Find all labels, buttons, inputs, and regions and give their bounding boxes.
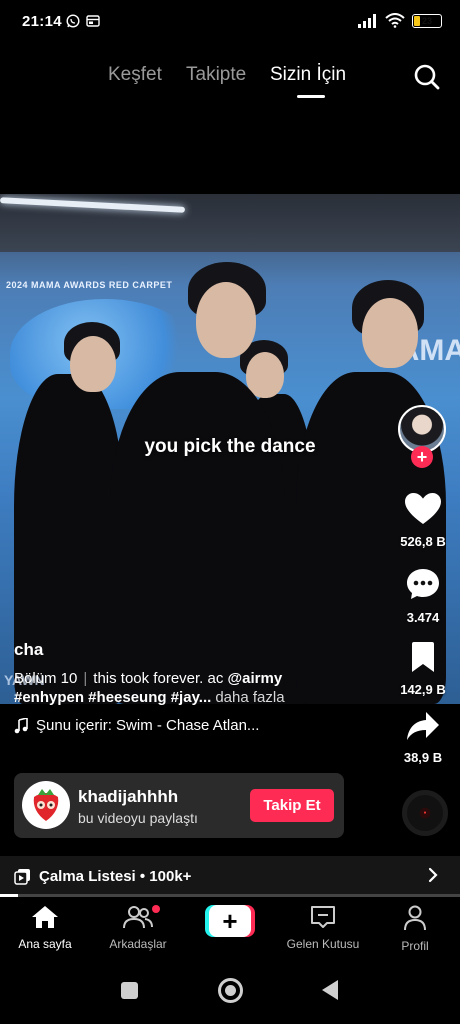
plus-icon: + xyxy=(209,905,251,937)
comment-icon xyxy=(407,569,439,599)
comment-button[interactable]: 3.474 xyxy=(390,567,456,625)
like-button[interactable]: 526,8 B xyxy=(390,493,456,549)
nav-inbox[interactable]: Gelen Kutusu xyxy=(278,905,368,951)
video-player[interactable]: 2024 MAMA AWARDS RED CARPET MAMA you pic… xyxy=(0,194,460,704)
create-button[interactable]: + xyxy=(205,905,255,937)
tab-explore[interactable]: Keşfet xyxy=(108,64,162,86)
status-bar: 21:14 23 xyxy=(0,0,460,44)
caption-description: Bölüm 10 | this took forever. ac @airmy xyxy=(14,670,394,687)
battery-fill xyxy=(414,15,421,26)
back-triangle-icon[interactable] xyxy=(322,980,338,1000)
notification-dot xyxy=(152,905,160,913)
video-person-head xyxy=(196,282,256,358)
nav-home[interactable]: Ana sayfa xyxy=(0,905,90,951)
caption-episode: Bölüm 10 xyxy=(14,670,78,687)
profile-icon xyxy=(404,905,426,931)
status-right-icons: 23 xyxy=(358,13,442,28)
save-count: 142,9 B xyxy=(400,682,446,697)
feed-tabs: Keşfet Takipte Sizin İçin xyxy=(0,62,460,102)
battery-level: 23 xyxy=(421,15,432,26)
notification-icon xyxy=(86,15,100,27)
music-note-icon xyxy=(14,717,28,733)
sharer-subtitle: bu videoyu paylaştı xyxy=(78,810,198,826)
follow-plus-button[interactable]: + xyxy=(411,446,433,468)
shared-by-card[interactable]: khadijahhhh bu videoyu paylaştı Takip Et xyxy=(14,773,344,838)
nav-profile-label: Profil xyxy=(401,939,429,953)
comment-count: 3.474 xyxy=(406,610,440,625)
share-count: 38,9 B xyxy=(403,750,443,765)
search-icon[interactable] xyxy=(412,62,442,92)
video-person-head xyxy=(362,298,418,368)
wifi-icon xyxy=(385,13,405,28)
caption-separator: | xyxy=(83,670,88,687)
heart-icon xyxy=(405,493,441,524)
caption-music-text: Şunu içerir: Swim - Chase Atlan... xyxy=(36,717,260,734)
sharer-avatar[interactable] xyxy=(22,781,70,829)
video-overlay-text: you pick the dance xyxy=(144,436,316,457)
creator-avatar-group[interactable]: + xyxy=(398,405,448,468)
nav-inbox-label: Gelen Kutusu xyxy=(286,937,360,951)
caption-username[interactable]: cha xyxy=(14,640,394,660)
save-button[interactable]: 142,9 B xyxy=(390,641,456,697)
system-nav-bar xyxy=(0,957,460,1024)
tab-following[interactable]: Takipte xyxy=(186,64,246,86)
follow-button[interactable]: Takip Et xyxy=(250,789,334,822)
playlist-bar[interactable]: Çalma Listesi • 100k+ xyxy=(0,856,460,896)
music-disc-icon[interactable]: ● xyxy=(402,790,448,836)
active-tab-indicator xyxy=(297,95,325,98)
tab-for-you[interactable]: Sizin İçin xyxy=(270,64,346,86)
playlist-icon xyxy=(14,868,30,885)
share-icon xyxy=(407,712,439,740)
recent-apps-icon[interactable] xyxy=(121,982,138,999)
bottom-nav: Ana sayfa Arkadaşlar + Gelen Kutusu Prof… xyxy=(0,897,460,957)
caption-more-link[interactable]: daha fazla xyxy=(215,689,284,706)
bookmark-icon xyxy=(412,642,434,672)
whatsapp-icon xyxy=(66,14,80,28)
home-icon xyxy=(32,906,58,928)
inbox-icon xyxy=(311,906,335,928)
nav-profile[interactable]: Profil xyxy=(370,905,460,953)
chevron-right-icon[interactable] xyxy=(428,867,438,883)
status-time: 21:14 xyxy=(22,13,62,30)
strawberry-avatar-icon xyxy=(33,789,59,821)
sharer-name[interactable]: khadijahhhh xyxy=(78,787,178,807)
video-caption: cha Bölüm 10 | this took forever. ac @airm… xyxy=(14,640,394,734)
nav-home-label: Ana sayfa xyxy=(18,937,72,951)
nav-friends-label: Arkadaşlar xyxy=(109,937,167,951)
caption-hashtag-list[interactable]: #enhypen #heeseung #jay... xyxy=(14,689,211,706)
share-button[interactable]: 38,9 B xyxy=(390,711,456,765)
status-left-icons xyxy=(66,14,100,28)
battery-icon: 23 xyxy=(412,13,442,28)
playlist-label: Çalma Listesi • 100k+ xyxy=(39,867,192,885)
nav-friends[interactable]: Arkadaşlar xyxy=(93,905,183,951)
friends-icon xyxy=(123,906,153,929)
home-circle-icon[interactable] xyxy=(218,978,243,1003)
video-backdrop-text: 2024 MAMA AWARDS RED CARPET xyxy=(6,280,173,290)
signal-icon xyxy=(358,13,376,28)
caption-mention[interactable]: @airmy xyxy=(228,670,283,687)
video-person-head xyxy=(70,336,116,392)
like-count: 526,8 B xyxy=(400,534,446,549)
caption-text: this took forever. ac xyxy=(93,670,224,687)
caption-music[interactable]: Şunu içerir: Swim - Chase Atlan... xyxy=(14,717,394,734)
caption-hashtags: #enhypen #heeseung #jay... daha fazla xyxy=(14,689,394,706)
